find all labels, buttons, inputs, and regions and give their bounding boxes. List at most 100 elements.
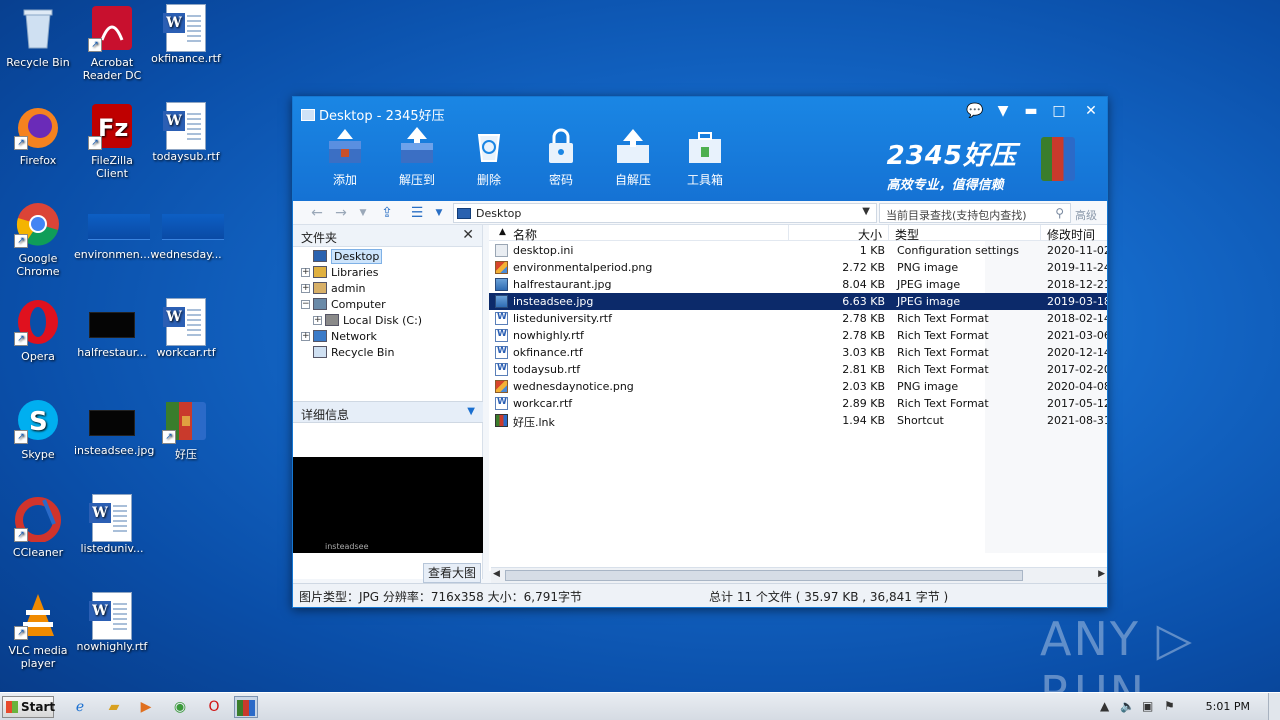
start-button[interactable]: Start xyxy=(2,696,55,718)
file-row[interactable]: okfinance.rtf3.03 KBRich Text Format2020… xyxy=(489,344,1107,361)
column-size[interactable]: 大小 xyxy=(789,225,889,242)
tree-item-recycle-bin[interactable]: Recycle Bin xyxy=(293,345,482,361)
desktop-icon-nowhighly-rtf[interactable]: Wnowhighly.rtf xyxy=(74,592,150,653)
file-row[interactable]: environmentalperiod.png 2.72 KB PNG image 2… xyxy=(489,259,1107,276)
sort-up-icon: ▲ xyxy=(499,227,506,237)
file-row[interactable]: nowhighly.rtf2.78 KBRich Text Format2021… xyxy=(489,327,1107,344)
minimize-button[interactable]: ▬ xyxy=(1017,101,1045,121)
tree-item-desktop[interactable]: Desktop xyxy=(293,249,482,265)
self-extract-button[interactable]: 自解压 xyxy=(603,127,663,188)
desktop-icon-recycle-bin[interactable]: Recycle Bin xyxy=(0,4,76,69)
history-dropdown-icon[interactable]: ▼ xyxy=(353,204,373,222)
expand-icon[interactable]: − xyxy=(301,300,310,309)
close-pane-icon[interactable]: ✕ xyxy=(462,227,474,243)
desktop-icon-opera[interactable]: ↗ Opera xyxy=(0,298,76,363)
desktop-icon-firefox[interactable]: ↗ Firefox xyxy=(0,102,76,167)
desktop-icon-insteadsee-jpg[interactable]: insteadsee.jpg xyxy=(74,396,154,457)
opera-taskbar-icon[interactable]: O xyxy=(202,696,226,718)
add-button[interactable]: 添加 xyxy=(315,127,375,188)
tree-item-network[interactable]: + Network xyxy=(293,329,482,345)
expand-icon[interactable]: + xyxy=(301,268,310,277)
search-input[interactable]: 当前目录查找(支持包内查找) ⚲ xyxy=(879,203,1071,223)
tree-item-admin[interactable]: + admin xyxy=(293,281,482,297)
details-header[interactable]: 详细信息 ▼ xyxy=(293,401,483,423)
shortcut-arrow-icon: ↗ xyxy=(14,626,28,640)
file-row[interactable]: desktop.ini 1 KB Configuration settings 202… xyxy=(489,242,1107,259)
file-row[interactable]: wednesdaynotice.png 2.03 KB PNG image 2020-… xyxy=(489,378,1107,395)
action-center-flag-icon[interactable]: ⚑ xyxy=(1164,699,1175,713)
expand-icon[interactable]: + xyxy=(313,316,322,325)
file-row[interactable]: 好压.lnk1.94 KBShortcut2021-08-31 1 xyxy=(489,412,1107,429)
volume-icon[interactable]: 🔈 xyxy=(1120,699,1135,713)
tree-item-computer[interactable]: − Computer xyxy=(293,297,482,313)
view-list-icon[interactable]: ☰ xyxy=(407,204,427,222)
recycle-icon xyxy=(469,127,509,165)
desktop-icon-label: Acrobat Reader DC xyxy=(82,56,142,82)
back-icon[interactable]: ← xyxy=(307,204,327,222)
menu-dropdown-icon[interactable]: ▼ xyxy=(989,101,1017,121)
close-button[interactable]: ✕ xyxy=(1077,101,1105,121)
desktop-icon-listeduniv[interactable]: Wlisteduniv... xyxy=(74,494,150,555)
tree-item-libraries[interactable]: + Libraries xyxy=(293,265,482,281)
tree-item-local-disk-c[interactable]: + Local Disk (C:) xyxy=(293,313,482,329)
tray-expand-icon[interactable]: ▲ xyxy=(1100,699,1109,713)
desktop-icon-acrobat-reader-dc[interactable]: ↗ Acrobat Reader DC xyxy=(74,4,150,82)
desktop-icon-environmen[interactable]: environmen... xyxy=(74,200,150,261)
taskbar: Start ℯ ▰ ▶ ◉ O ▲ 🔈 ▣ ⚑ 5:01 PM xyxy=(0,692,1280,720)
desktop-icon-google-chrome[interactable]: ↗ Google Chrome xyxy=(0,200,76,278)
toolbox-button[interactable]: 工具箱 xyxy=(675,127,735,188)
file-row[interactable]: workcar.rtf2.89 KBRich Text Format2017-0… xyxy=(489,395,1107,412)
file-row[interactable]: halfrestaurant.jpg 8.04 KB JPEG image 2018-… xyxy=(489,276,1107,293)
clock[interactable]: 5:01 PM xyxy=(1206,700,1250,713)
desktop-icon-vlc-media-player[interactable]: ↗ VLC media player xyxy=(0,592,76,670)
collapse-icon[interactable]: ▼ xyxy=(467,406,475,417)
chrome-taskbar-icon[interactable]: ◉ xyxy=(168,696,192,718)
shortcut-arrow-icon: ↗ xyxy=(88,136,102,150)
address-dropdown-icon[interactable]: ▼ xyxy=(862,206,870,217)
search-icon[interactable]: ⚲ xyxy=(1055,206,1064,220)
column-type[interactable]: 类型 xyxy=(889,225,1041,242)
up-folder-icon[interactable]: ⇪ xyxy=(377,204,397,222)
file-row[interactable]: insteadsee.jpg 6.63 KB JPEG image 2019-03-1… xyxy=(489,293,1107,310)
show-desktop-button[interactable] xyxy=(1268,693,1280,720)
scroll-right-icon[interactable]: ▶ xyxy=(1098,569,1105,579)
desktop-icon-halfrestaur[interactable]: halfrestaur... xyxy=(74,298,150,359)
desktop-icon-workcar-rtf[interactable]: Wworkcar.rtf xyxy=(148,298,224,359)
scroll-thumb[interactable] xyxy=(505,570,1023,581)
horizontal-scrollbar[interactable]: ◀ ▶ xyxy=(491,567,1107,583)
password-button[interactable]: 密码 xyxy=(531,127,591,188)
desktop-icon-filezilla-client[interactable]: Fz ↗ FileZilla Client xyxy=(74,102,150,180)
scroll-left-icon[interactable]: ◀ xyxy=(493,569,500,579)
desktop-icon-[interactable]: ↗ 好压 xyxy=(148,396,224,461)
rtf-file-icon xyxy=(495,363,508,376)
file-row[interactable]: todaysub.rtf2.81 KBRich Text Format2017-… xyxy=(489,361,1107,378)
desktop-icon-label: Google Chrome xyxy=(16,252,60,278)
forward-icon[interactable]: → xyxy=(331,204,351,222)
feedback-icon[interactable]: 💬 xyxy=(961,101,989,121)
desktop-icon-todaysub-rtf[interactable]: Wtodaysub.rtf xyxy=(148,102,224,163)
desktop-icon-label: Firefox xyxy=(19,154,57,167)
desktop-icon-skype[interactable]: S ↗ Skype xyxy=(0,396,76,461)
media-player-icon[interactable]: ▶ xyxy=(134,696,158,718)
advanced-search-link[interactable]: 高级 xyxy=(1075,207,1097,223)
desktop-icon-ccleaner[interactable]: ↗ CCleaner xyxy=(0,494,76,559)
desktop-icon-okfinance-rtf[interactable]: Wokfinance.rtf xyxy=(148,4,224,65)
column-date[interactable]: 修改时间 xyxy=(1041,225,1107,242)
desktop-icon-wednesday[interactable]: wednesday... xyxy=(148,200,224,261)
network-icon[interactable]: ▣ xyxy=(1142,699,1153,713)
maximize-button[interactable]: □ xyxy=(1045,101,1073,121)
extract-to-button[interactable]: 解压到 xyxy=(387,127,447,188)
view-large-image-button[interactable]: 查看大图 xyxy=(423,563,481,583)
explorer-icon[interactable]: ▰ xyxy=(102,696,126,718)
file-row[interactable]: listeduniversity.rtf2.78 KBRich Text For… xyxy=(489,310,1107,327)
view-dropdown-icon[interactable]: ▼ xyxy=(429,204,449,222)
delete-button[interactable]: 删除 xyxy=(459,127,519,188)
expand-icon[interactable]: + xyxy=(301,332,310,341)
address-bar[interactable]: Desktop ▼ xyxy=(453,203,877,223)
column-name[interactable]: ▲ 名称 xyxy=(489,225,789,242)
expand-icon[interactable]: + xyxy=(301,284,310,293)
haozip-taskbar-icon[interactable] xyxy=(234,696,258,718)
desktop-icon-label: okfinance.rtf xyxy=(151,52,221,65)
png-file-icon xyxy=(495,261,508,274)
ie-icon[interactable]: ℯ xyxy=(68,696,92,718)
